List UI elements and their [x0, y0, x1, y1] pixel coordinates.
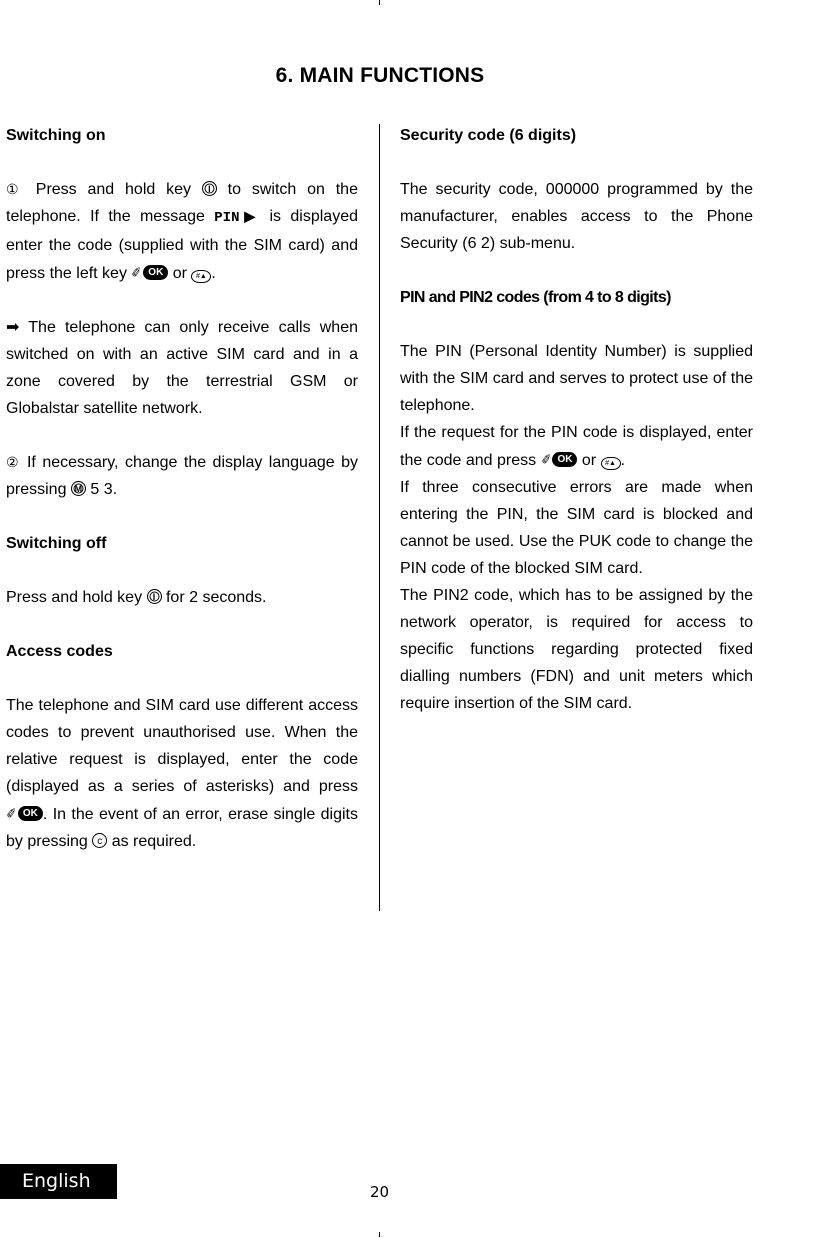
hash-key-icon: #▲	[600, 457, 621, 470]
heading-pin-codes: PIN and PIN2 codes (from 4 to 8 digits)	[400, 289, 671, 306]
crop-mark-top	[379, 0, 380, 5]
switching-on-step2: ② If necessary, change the display lan­g…	[6, 454, 358, 498]
heading-security-code: Security code (6 digits)	[400, 127, 577, 144]
switching-on-note: ➡ The telephone can only receive calls w…	[6, 319, 358, 417]
ok-key-icon: ✐ OK	[4, 800, 43, 827]
language-tab: English	[0, 1164, 117, 1199]
switching-off-text: Press and hold key I for 2 seconds.	[6, 589, 267, 606]
security-code-text: The security code, 000000 programmed by …	[400, 181, 753, 252]
left-column: Switching on ① Press and hold key I to s…	[4, 122, 358, 855]
pin-codes-para1: The PIN (Personal Identity Number) is su…	[400, 343, 753, 414]
step-2-marker-icon: ②	[6, 454, 21, 470]
power-key-icon: I	[146, 589, 162, 604]
switching-on-step1: ① Press and hold key I to switch on the …	[6, 176, 358, 287]
arrow-right-icon: ➡	[6, 319, 20, 336]
ok-key-icon: ✐ OK	[130, 259, 169, 286]
heading-switching-off: Switching off	[6, 535, 107, 552]
pen-icon: ✐	[539, 451, 553, 468]
menu-key-icon: M	[70, 481, 86, 496]
pin-display-message: PIN▶	[214, 210, 261, 226]
column-divider	[379, 124, 380, 911]
hash-key-icon: #▲	[191, 270, 212, 283]
power-key-icon: I	[201, 181, 217, 196]
pin-codes-para4: The PIN2 code, which has to be assigned …	[400, 587, 753, 712]
right-column: Security code (6 digits) The security co…	[400, 122, 753, 717]
heading-access-codes: Access codes	[6, 643, 113, 660]
pin-codes-para2: If the request for the PIN code is di­sp…	[400, 419, 753, 474]
clear-key-icon: c	[92, 833, 108, 848]
ok-key-icon: ✐ OK	[539, 446, 578, 473]
page-title: 6. MAIN FUNCTIONS	[275, 64, 485, 87]
pen-icon: ✐	[130, 264, 144, 281]
heading-switching-on: Switching on	[6, 127, 106, 144]
pen-icon: ✐	[4, 805, 19, 822]
crop-mark-bottom	[379, 1232, 380, 1237]
pin-codes-para3: If three consecutive errors are made whe…	[400, 479, 753, 577]
step-1-marker-icon: ①	[6, 181, 25, 197]
access-codes-text: The telephone and SIM card use different…	[4, 697, 358, 850]
page-number: 20	[370, 1183, 390, 1201]
